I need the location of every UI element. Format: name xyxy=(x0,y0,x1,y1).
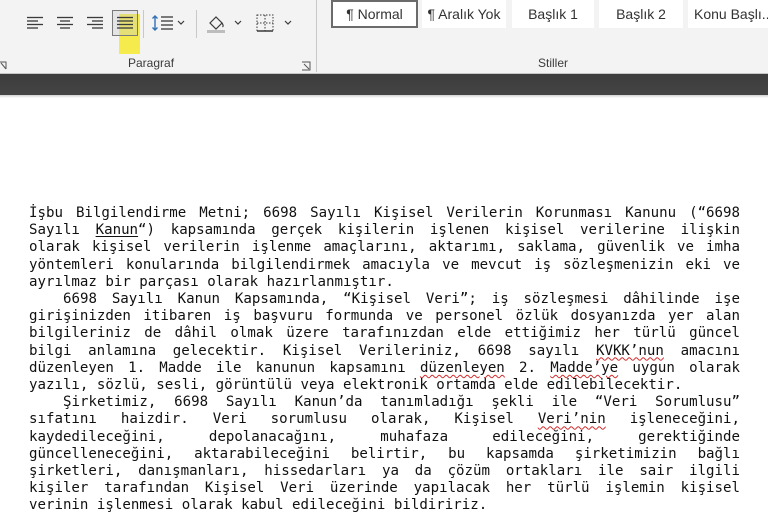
document-body[interactable]: İşbu Bilgilendirme Metni; 6698 Sayılı Ki… xyxy=(29,205,740,515)
borders-button[interactable] xyxy=(254,10,296,36)
style-label: Başlık 1 xyxy=(528,6,578,22)
justify-button[interactable] xyxy=(112,10,138,36)
paragraph-group-label: Paragraf xyxy=(128,56,175,70)
dialog-launcher-icon[interactable] xyxy=(0,58,10,70)
style-heading-2[interactable]: Başlık 2 xyxy=(599,0,683,28)
chevron-down-icon xyxy=(234,20,242,25)
shading-button[interactable] xyxy=(204,10,244,36)
style-normal[interactable]: ¶ Normal xyxy=(331,0,418,28)
spelling-error: Veri’nin xyxy=(537,411,606,428)
align-center-button[interactable] xyxy=(54,12,76,34)
spelling-error: KVKK’nun xyxy=(595,342,664,359)
styles-gallery: ¶ Normal ¶ Aralık Yok Başlık 1 Başlık 2 … xyxy=(326,0,768,30)
style-label: ¶ Normal xyxy=(346,6,403,22)
paragraph-2: 6698 Sayılı Kanun Kapsamında, “Kişisel V… xyxy=(29,291,740,394)
paragraph-1: İşbu Bilgilendirme Metni; 6698 Sayılı Ki… xyxy=(29,205,740,291)
align-left-button[interactable] xyxy=(24,12,46,34)
chevron-down-icon xyxy=(177,20,185,25)
borders-icon xyxy=(256,14,292,32)
style-title[interactable]: Konu Başlı... xyxy=(688,0,768,28)
style-label: Konu Başlı... xyxy=(694,6,768,22)
spelling-error: düzenleyen xyxy=(419,359,505,376)
band-shadow xyxy=(0,95,768,98)
align-left-icon xyxy=(27,16,43,29)
chevron-down-icon xyxy=(284,20,292,25)
group-separator xyxy=(316,0,317,72)
separator xyxy=(143,10,144,38)
style-label: ¶ Aralık Yok xyxy=(427,6,501,22)
ribbon: Paragraf ¶ Normal ¶ Aralık Yok Başlık 1 … xyxy=(0,0,768,74)
spelling-error: Madde’ye xyxy=(550,359,619,376)
line-spacing-button[interactable] xyxy=(150,10,188,36)
paint-bucket-icon xyxy=(207,16,242,33)
styles-group-label: Stiller xyxy=(538,56,569,70)
style-label: Başlık 2 xyxy=(616,6,666,22)
text-run: 2. xyxy=(504,359,551,376)
separator xyxy=(196,10,197,38)
paragraph-dialog-launcher-icon[interactable] xyxy=(301,58,311,71)
align-center-icon xyxy=(57,16,73,29)
style-no-spacing[interactable]: ¶ Aralık Yok xyxy=(422,0,506,28)
align-right-icon xyxy=(87,16,103,29)
style-heading-1[interactable]: Başlık 1 xyxy=(512,0,594,28)
underlined-word: Kanun xyxy=(95,222,139,239)
paragraph-3: Şirketimiz, 6698 Sayılı Kanun’da tanımla… xyxy=(29,394,740,514)
justify-icon xyxy=(117,16,133,29)
align-right-button[interactable] xyxy=(84,12,106,34)
line-spacing-icon xyxy=(152,15,185,31)
document-area-band xyxy=(0,74,768,95)
